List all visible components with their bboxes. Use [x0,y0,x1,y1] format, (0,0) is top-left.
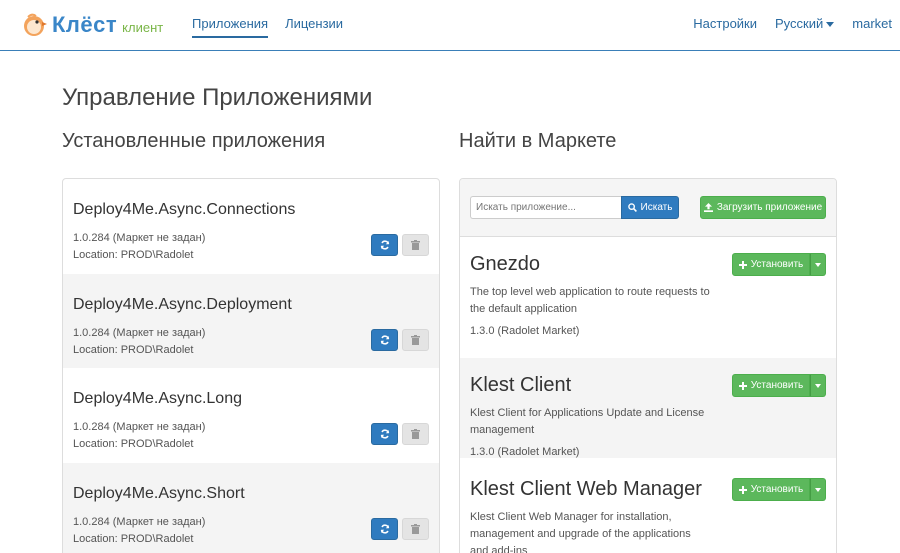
install-button-label: Установить [750,259,804,270]
trash-icon [411,523,420,534]
upload-button-label: Загрузить приложение [716,202,823,213]
install-button[interactable]: Установить [732,253,810,276]
language-dropdown[interactable]: Русский [775,0,835,50]
market-item: Gnezdo The top level web application to … [460,237,836,358]
nav-licenses[interactable]: Лицензии [285,0,343,50]
delete-button[interactable] [402,328,429,351]
update-button[interactable] [371,328,398,351]
app-name: Deploy4Me.Async.Long [73,390,242,407]
nav-settings[interactable]: Настройки [693,0,757,50]
install-options-toggle[interactable] [810,374,826,397]
refresh-icon [380,240,389,250]
chevron-down-icon [815,383,821,388]
plus-icon [738,485,747,494]
list-item: Deploy4Me.Async.Connections 1.0.284 (Мар… [63,179,439,274]
main-nav: Приложения Лицензии [192,0,360,50]
trash-icon [411,334,420,345]
install-button-group: Установить [732,253,826,276]
install-button-group: Установить [732,478,826,501]
language-label: Русский [775,16,824,31]
trash-icon [411,429,420,439]
chevron-down-icon [826,22,835,28]
search-input[interactable] [470,196,621,219]
app-name: Deploy4Me.Async.Connections [73,201,296,218]
installed-section-title: Установленные приложения [62,130,326,152]
market-toolbar: Искать Загрузить приложение [460,179,836,237]
market-app-version: 1.3.0 (Radolet Market) [470,446,580,458]
delete-button[interactable] [402,517,429,540]
install-button-group: Установить [732,374,826,397]
brand[interactable]: Клёст клиент [22,10,163,40]
app-name: Deploy4Me.Async.Short [73,484,245,502]
nav-applications[interactable]: Приложения [192,0,269,38]
install-options-toggle[interactable] [810,253,826,276]
install-button[interactable]: Установить [732,374,810,397]
search-button-label: Искать [640,202,673,213]
chevron-down-icon [815,487,821,492]
market-item: Klest Client Web Manager Klest Client We… [460,458,836,553]
market-panel: Искать Загрузить приложение Gnezdo The t… [459,178,837,553]
install-button-label: Установить [750,380,804,391]
list-item: Deploy4Me.Async.Long 1.0.284 (Маркет не … [63,368,439,463]
brand-subtitle: клиент [122,20,164,35]
market-item: Klest Client Klest Client for Applicatio… [460,358,836,458]
refresh-icon [380,429,389,439]
refresh-icon [380,523,389,534]
search-button[interactable]: Искать [621,196,679,219]
install-button-label: Установить [750,484,804,495]
update-button[interactable] [371,423,398,445]
list-item: Deploy4Me.Async.Short 1.0.284 (Маркет не… [63,462,439,553]
page-title: Управление Приложениями [62,84,373,111]
market-app-description: Klest Client for Applications Update and… [470,407,705,436]
brand-name: Клёст [52,12,118,37]
trash-icon [411,240,420,250]
search-icon [627,203,637,212]
nav-user[interactable]: market [852,0,892,50]
market-app-version: 1.3.0 (Radolet Market) [470,325,580,337]
delete-button[interactable] [402,423,429,445]
chevron-down-icon [815,262,821,267]
install-button[interactable]: Установить [732,478,810,501]
installed-apps-panel: Deploy4Me.Async.Connections 1.0.284 (Мар… [62,178,440,553]
upload-app-button[interactable]: Загрузить приложение [700,196,826,219]
update-button[interactable] [371,234,398,256]
market-app-description: Klest Client Web Manager for installatio… [470,511,691,553]
bird-logo-icon [24,13,47,36]
user-nav: Настройки Русский market [675,0,892,50]
list-item: Deploy4Me.Async.Deployment 1.0.284 (Марк… [63,273,439,368]
update-button[interactable] [371,517,398,540]
plus-icon [738,381,747,390]
refresh-icon [380,334,389,345]
install-options-toggle[interactable] [810,478,826,501]
market-section-title: Найти в Маркете [459,130,617,152]
delete-button[interactable] [402,234,429,256]
market-app-description: The top level web application to route r… [470,286,710,315]
plus-icon [738,260,747,269]
app-name: Deploy4Me.Async.Deployment [73,295,292,313]
navbar: Клёст клиент Приложения Лицензии Настрой… [0,0,900,51]
upload-icon [703,203,713,212]
